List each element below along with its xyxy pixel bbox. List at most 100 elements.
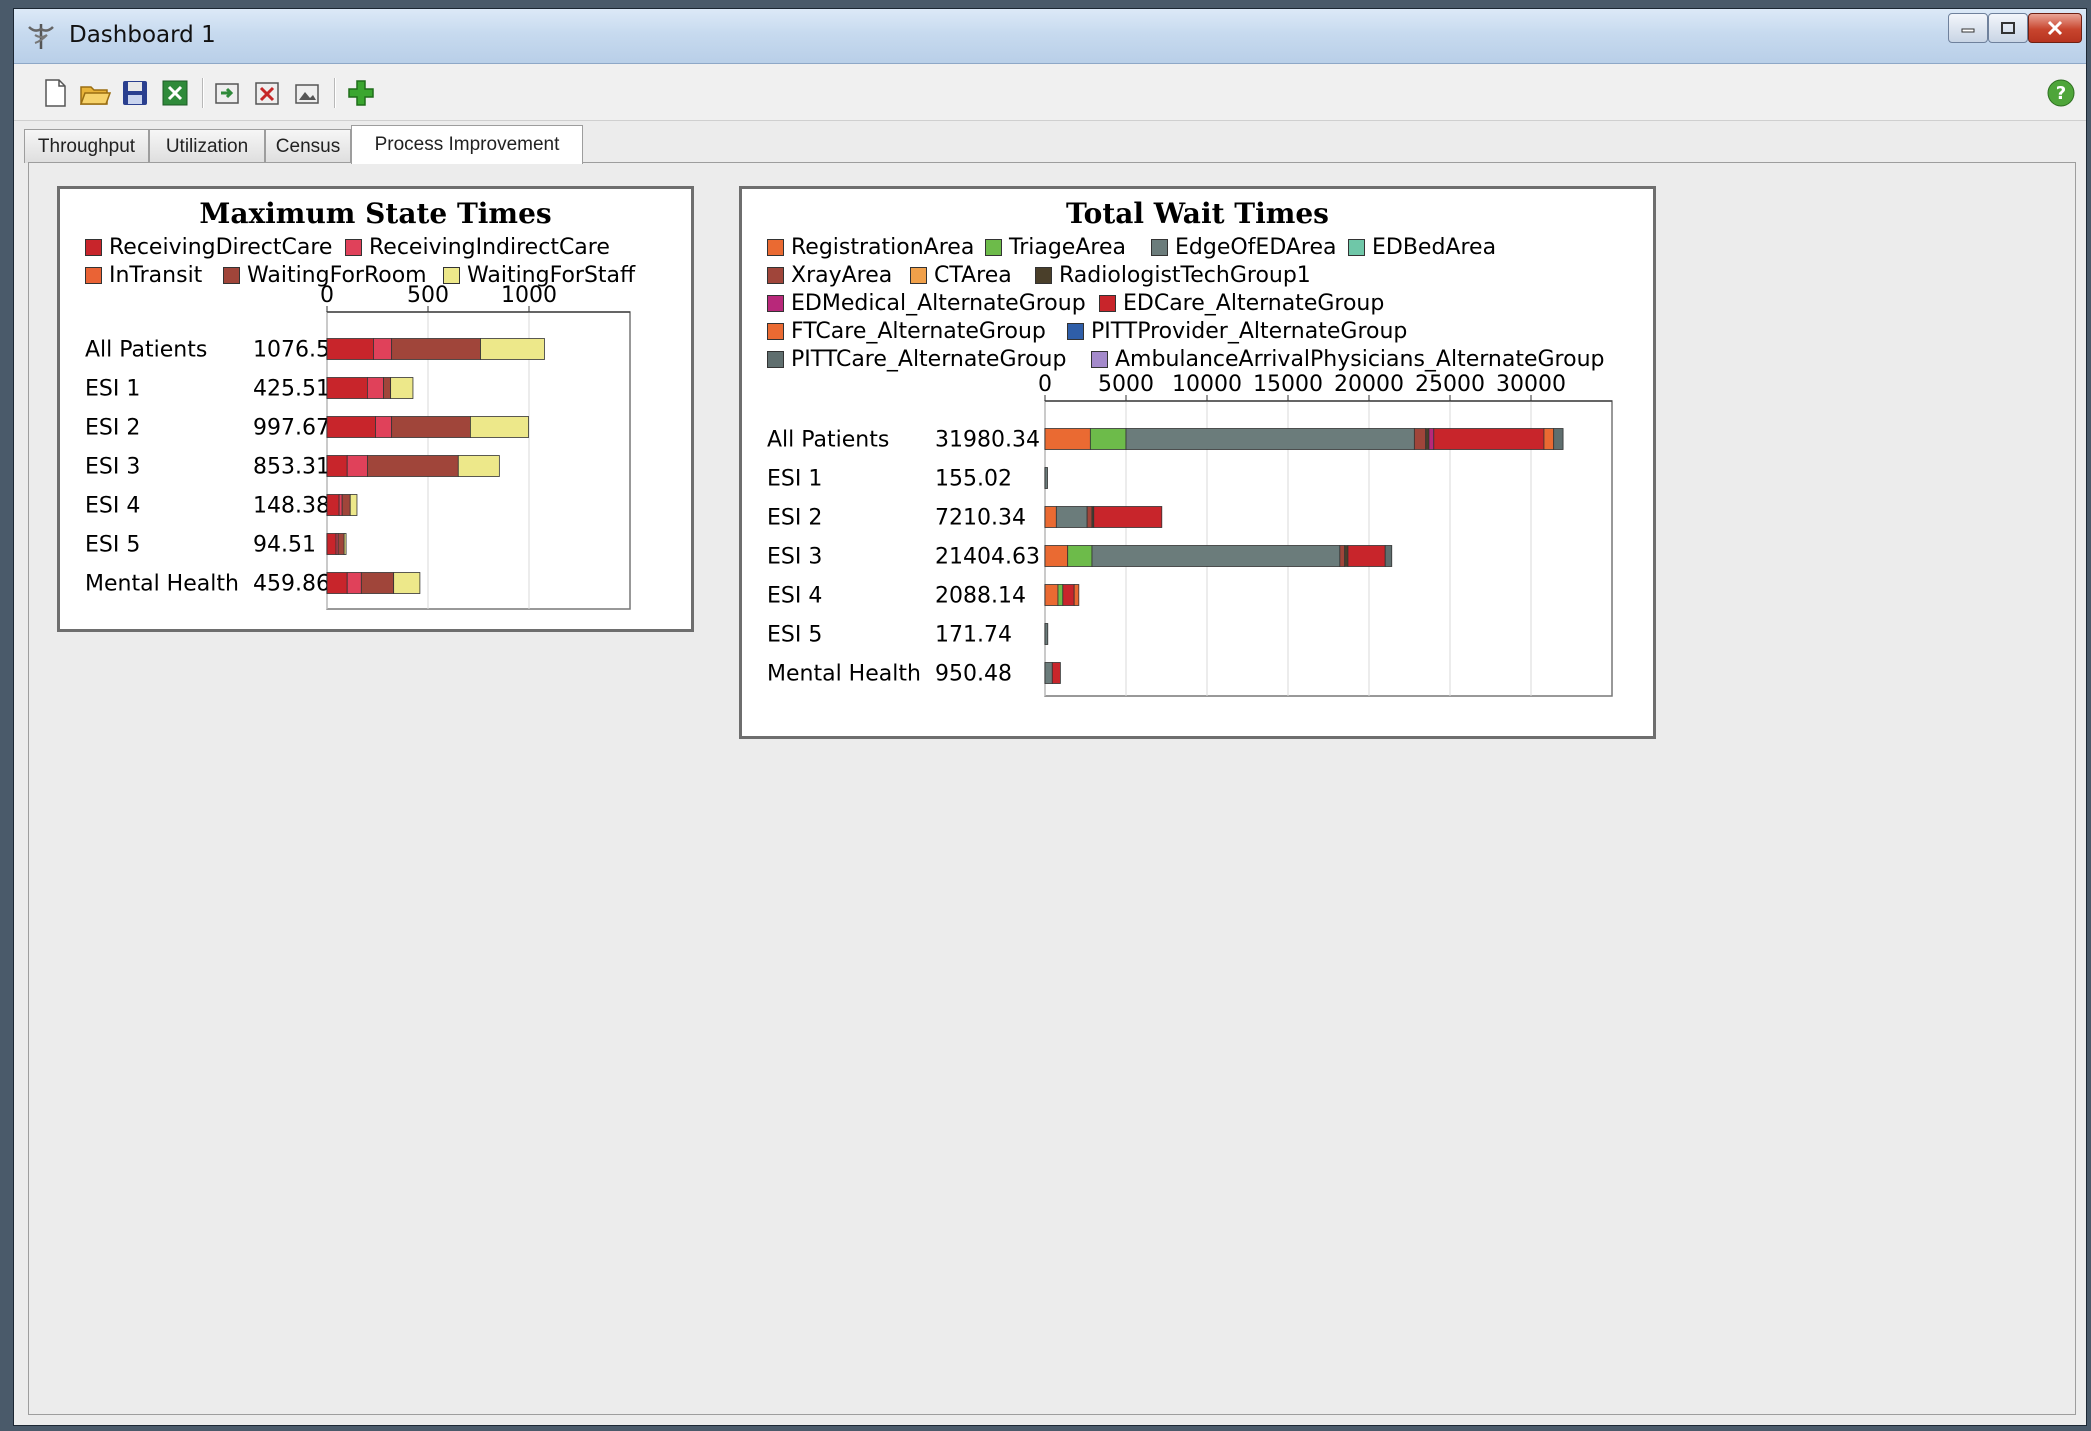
total-label: 21404.63 (935, 545, 1040, 570)
bar-segment (470, 416, 529, 438)
category-label: ESI 4 (85, 494, 140, 519)
bar-segment (1044, 467, 1048, 489)
total-label: 425.51 (253, 377, 330, 402)
category-label: ESI 1 (767, 467, 822, 492)
total-label: 155.02 (935, 467, 1012, 492)
x-tick-label: 0 (1038, 372, 1052, 397)
bar-segment (1339, 545, 1346, 567)
tab-throughput[interactable]: Throughput (24, 129, 149, 163)
bar-segment (1057, 584, 1064, 606)
export-excel-button[interactable] (158, 76, 192, 110)
help-button[interactable]: ? (2044, 76, 2078, 110)
bar-segment (349, 494, 358, 516)
svg-text:?: ? (2056, 83, 2066, 104)
category-label: ESI 2 (767, 506, 822, 531)
x-tick-label: 25000 (1415, 372, 1485, 397)
maximize-button[interactable] (1988, 13, 2028, 43)
bar-segment (1347, 545, 1386, 567)
total-label: 950.48 (935, 662, 1012, 687)
delete-button[interactable] (250, 76, 284, 110)
x-tick-label: 15000 (1253, 372, 1323, 397)
add-icon (348, 80, 374, 106)
bar-segment (1089, 428, 1127, 450)
bar-segment (1433, 428, 1545, 450)
tab-content: Maximum State Times ReceivingDirectCare … (28, 162, 2076, 1415)
tab-process-improvement[interactable]: Process Improvement (351, 125, 583, 164)
tab-census[interactable]: Census (265, 129, 351, 163)
total-label: 94.51 (253, 533, 316, 558)
bar-segment (338, 494, 343, 516)
bar-segment (1413, 428, 1427, 450)
bar-segment (480, 338, 545, 360)
delete-icon (255, 82, 279, 105)
x-tick-label: 5000 (1098, 372, 1154, 397)
add-button[interactable] (344, 76, 378, 110)
bar-segment (1044, 428, 1091, 450)
save-icon (123, 81, 147, 105)
tab-utilization[interactable]: Utilization (149, 129, 265, 163)
x-tick-label: 0 (320, 283, 334, 308)
total-label: 853.31 (253, 455, 330, 480)
open-button[interactable] (78, 76, 112, 110)
open-folder-icon (79, 86, 111, 105)
new-file-icon (45, 79, 66, 107)
save-button[interactable] (118, 76, 152, 110)
bar-segment (343, 533, 347, 555)
image-export-icon (295, 84, 319, 104)
close-button[interactable] (2028, 13, 2082, 43)
bar-segment (391, 416, 471, 438)
category-label: ESI 3 (85, 455, 140, 480)
dashboard-window: Dashboard 1 ? Throughput Utilization Cen… (13, 8, 2087, 1426)
bar-segment (1055, 506, 1088, 528)
bar-segment (1044, 662, 1053, 684)
bar-segment (1344, 545, 1349, 567)
category-label: Mental Health (85, 572, 239, 597)
bar-segment (326, 533, 337, 555)
close-icon (2047, 20, 2063, 36)
import-icon (215, 83, 239, 104)
bar-segment (326, 572, 348, 594)
import-button[interactable] (210, 76, 244, 110)
category-label: Mental Health (767, 662, 921, 687)
bar-segment (366, 377, 384, 399)
bar-segment (383, 377, 392, 399)
bar-segment (1051, 662, 1061, 684)
bar-segment (373, 338, 393, 360)
x-tick-label: 10000 (1172, 372, 1242, 397)
bar-segment (346, 455, 368, 477)
bar-segment (1067, 545, 1093, 567)
bar-segment (390, 377, 414, 399)
title-bar[interactable]: Dashboard 1 (14, 9, 2086, 64)
bar-segment (1091, 545, 1341, 567)
total-label: 7210.34 (935, 506, 1026, 531)
bar-segment (337, 533, 345, 555)
category-label: All Patients (85, 338, 207, 363)
new-button[interactable] (38, 76, 72, 110)
bar-segment (326, 416, 376, 438)
bar-segment (346, 572, 362, 594)
maximize-icon (2001, 22, 2015, 34)
bar-segment (1093, 506, 1163, 528)
bar-segment (393, 572, 421, 594)
category-label: ESI 1 (85, 377, 140, 402)
bar-segment (1044, 506, 1057, 528)
total-label: 148.38 (253, 494, 330, 519)
bar-segment (1044, 545, 1069, 567)
toolbar: ? (14, 64, 2086, 121)
bar-segment (1044, 623, 1049, 645)
bar-segment (1425, 428, 1430, 450)
bar-segment (326, 377, 368, 399)
bar-segment (1428, 428, 1435, 450)
x-tick-label: 20000 (1334, 372, 1404, 397)
help-icon: ? (2047, 79, 2075, 107)
bar-segment (1125, 428, 1415, 450)
image-export-button[interactable] (290, 76, 324, 110)
minimize-button[interactable] (1948, 13, 1988, 43)
category-label: ESI 5 (767, 623, 822, 648)
x-tick-label: 500 (407, 283, 449, 308)
max-state-times-chart: 0 500 1000All Patients 1076.52ESI 1 425.51ES… (85, 283, 631, 610)
bar-segment (457, 455, 500, 477)
bar-segment (1062, 584, 1075, 606)
category-label: ESI 2 (85, 416, 140, 441)
toolbar-separator (202, 78, 204, 108)
